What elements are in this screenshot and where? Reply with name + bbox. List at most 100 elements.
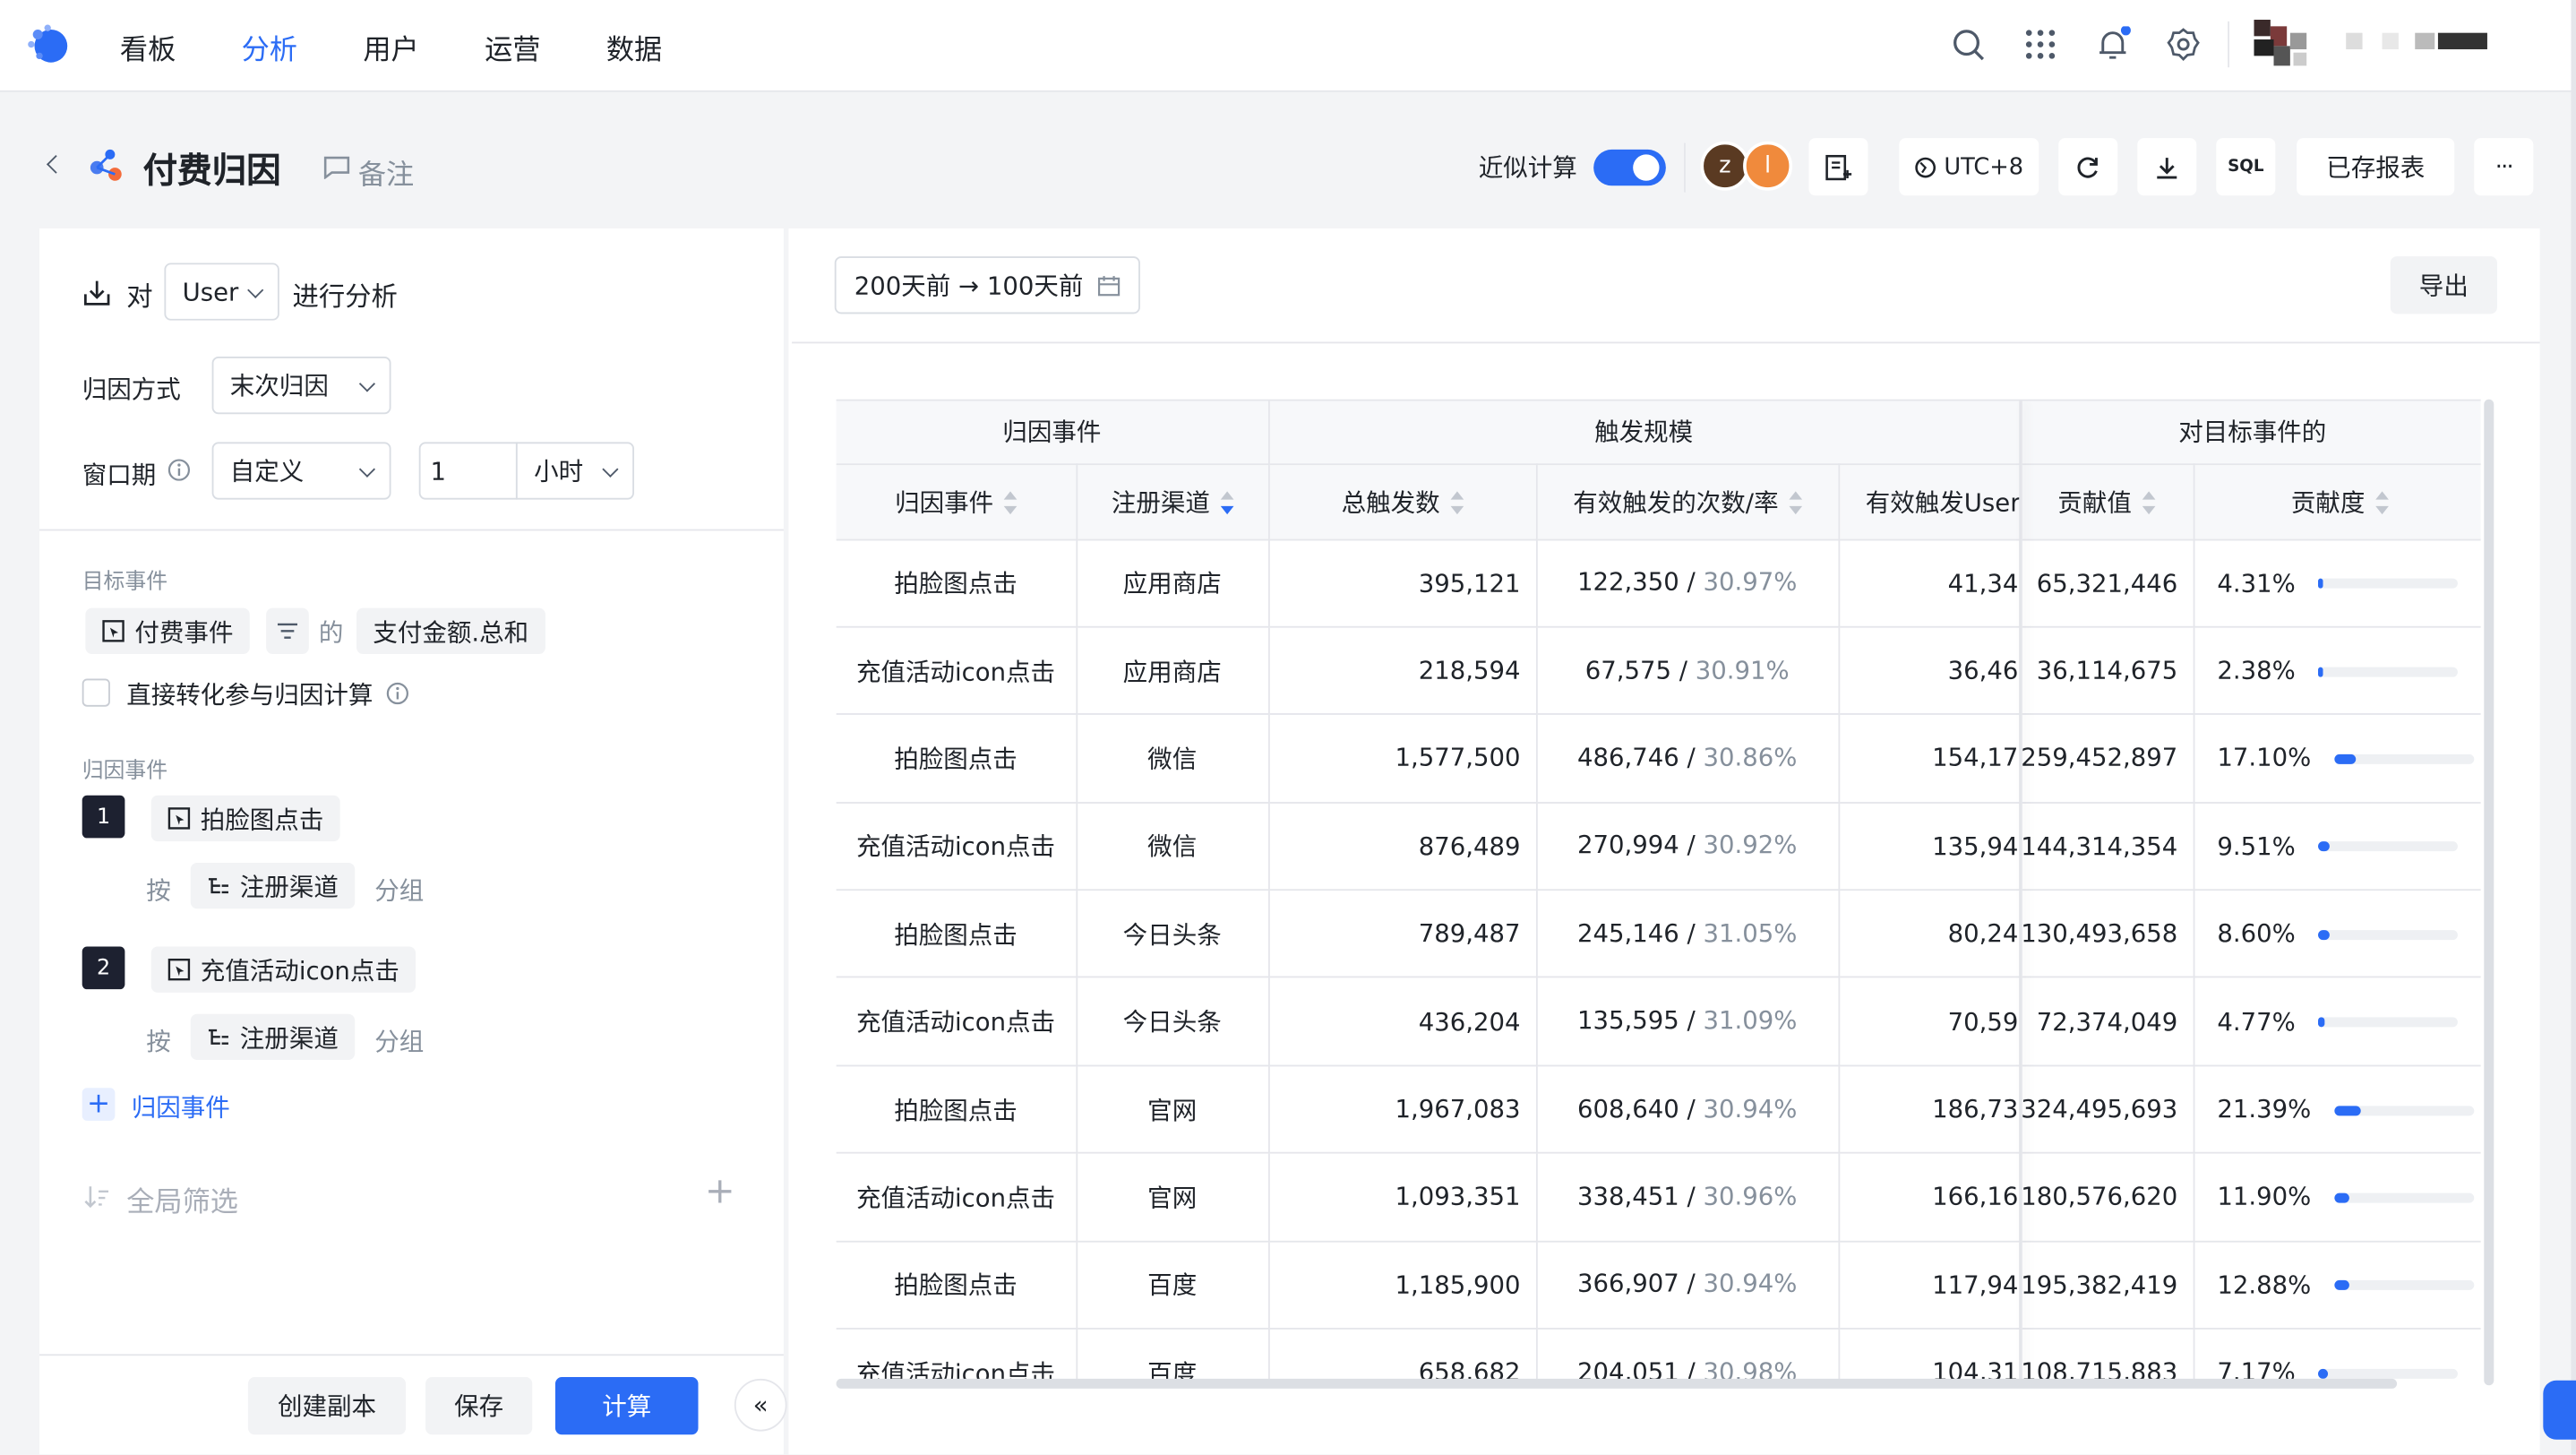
window-unit-select[interactable]: 小时: [515, 442, 634, 500]
timezone-button[interactable]: UTC+8: [1899, 138, 2039, 196]
download-button[interactable]: [2137, 138, 2197, 196]
note-button[interactable]: 备注: [358, 151, 414, 193]
info-icon[interactable]: [386, 682, 409, 705]
horizontal-scrollbar[interactable]: [836, 1378, 2398, 1389]
attr-event-tag[interactable]: 拍脸图点击: [150, 795, 340, 842]
refresh-button[interactable]: [2058, 138, 2118, 196]
table-row: 拍脸图点击 应用商店 395,121 122,350 / 30.97% 41,34 65,…: [836, 538, 2481, 628]
sql-button[interactable]: SQL: [2216, 138, 2276, 196]
cell-event: 充值活动icon点击: [836, 802, 1078, 891]
col-header-contribution-pct[interactable]: 贡献度: [2193, 463, 2481, 540]
nav-kanban[interactable]: 看板: [120, 26, 176, 68]
group-by-tag[interactable]: 注册渠道: [190, 1013, 356, 1061]
date-range-value: 200天前 → 100天前: [854, 271, 1084, 301]
add-to-dashboard-button[interactable]: [1808, 138, 1868, 196]
target-filter-button[interactable]: [266, 607, 309, 655]
bell-icon[interactable]: [2095, 26, 2131, 62]
contribution-bar-fill: [2318, 578, 2324, 589]
approx-compute-toggle[interactable]: [1593, 149, 1666, 186]
apps-grid-icon[interactable]: [2022, 26, 2058, 62]
sort-icon[interactable]: [1003, 491, 1017, 515]
vertical-scrollbar[interactable]: [2484, 399, 2494, 1386]
attr-event-tag[interactable]: 充值活动icon点击: [150, 946, 416, 993]
cell-valid: 338,451 / 30.96%: [1535, 1153, 1840, 1242]
approx-compute-label: 近似计算: [1478, 152, 1577, 183]
valid-count: 204,051: [1576, 1356, 1679, 1381]
valid-rate: 30.97%: [1703, 567, 1798, 598]
attr-event-index: 1: [82, 795, 125, 839]
table-row: 充值活动icon点击 百度 658,682 204,051 / 30.98% 104,3…: [836, 1328, 2481, 1381]
group-by-tag[interactable]: 注册渠道: [190, 862, 356, 909]
pct-value: 4.77%: [2217, 1006, 2296, 1037]
comment-icon[interactable]: [323, 156, 350, 179]
col-header-valid-users[interactable]: 有效触发User: [1838, 463, 2021, 540]
col-header-contribution-value[interactable]: 贡献值: [2018, 463, 2194, 540]
table-row: 充值活动icon点击 应用商店 218,594 67,575 / 30.91% 36,4…: [836, 626, 2481, 716]
cell-valid: 486,746 / 30.86%: [1535, 714, 1840, 804]
col-header-event[interactable]: 归因事件: [836, 463, 1078, 540]
info-icon[interactable]: [167, 459, 191, 482]
sort-icon[interactable]: [1449, 491, 1464, 515]
sort-icon[interactable]: [2141, 491, 2155, 515]
col-header-total-triggers[interactable]: 总触发数: [1268, 463, 1537, 540]
results-table: 归因事件 触发规模 对目标事件的 归因事件 注册渠道 总触发数 有效触发的次数/…: [836, 399, 2481, 1381]
add-global-filter-icon[interactable]: +: [705, 1172, 735, 1213]
cell-contribution: 324,495,693: [2019, 1065, 2194, 1155]
cell-total: 1,093,351: [1268, 1153, 1537, 1242]
nav-users[interactable]: 用户: [363, 26, 418, 68]
sort-icon[interactable]: [1219, 491, 1233, 515]
sort-icon[interactable]: [2374, 491, 2389, 515]
saved-reports-button[interactable]: 已存报表: [2297, 138, 2455, 196]
report-header: 付费归因 备注 近似计算 z l UTC+8 SQL 已存报表 ···: [0, 94, 2576, 228]
direct-conversion-checkbox[interactable]: [82, 678, 110, 707]
cell-contribution: 108,715,883: [2019, 1328, 2194, 1381]
save-button[interactable]: 保存: [425, 1377, 533, 1435]
target-event-name: 付费事件: [134, 616, 234, 647]
cell-users: 36,46: [1838, 626, 2021, 716]
window-value-input[interactable]: 1: [418, 442, 518, 500]
search-icon[interactable]: [1950, 26, 1986, 62]
user-profile-avatar[interactable]: [2254, 20, 2493, 69]
create-copy-button[interactable]: 创建副本: [247, 1377, 407, 1435]
cell-channel: 微信: [1076, 802, 1269, 891]
sort-icon[interactable]: [1788, 491, 1802, 515]
settings-gear-icon[interactable]: [2165, 26, 2201, 62]
nav-analysis[interactable]: 分析: [242, 26, 297, 68]
nav-data[interactable]: 数据: [606, 26, 662, 68]
app-logo-icon[interactable]: [23, 20, 73, 69]
cell-contribution: 144,314,354: [2019, 802, 2194, 891]
double-chevron-left-icon: «: [752, 1390, 769, 1420]
cell-event: 充值活动icon点击: [836, 1328, 1078, 1381]
table-row: 充值活动icon点击 今日头条 436,204 135,595 / 31.09% 70,…: [836, 977, 2481, 1067]
collaborator-avatar[interactable]: l: [1743, 141, 1793, 191]
cell-users: 166,16: [1838, 1153, 2021, 1242]
analyze-suffix: 进行分析: [292, 280, 398, 313]
pct-value: 21.39%: [2217, 1094, 2312, 1124]
col-header-channel[interactable]: 注册渠道: [1076, 463, 1269, 540]
cell-contribution-pct: 21.39%: [2193, 1065, 2481, 1155]
date-range-picker[interactable]: 200天前 → 100天前: [834, 256, 1140, 314]
global-filter-label: 全局筛选: [126, 1186, 238, 1219]
valid-count: 366,907: [1576, 1269, 1679, 1299]
target-event-tag[interactable]: 付费事件: [85, 607, 250, 655]
attribution-method-select[interactable]: 末次归因: [211, 357, 391, 415]
more-options-button[interactable]: ···: [2474, 138, 2534, 196]
pct-value: 7.17%: [2217, 1357, 2296, 1381]
cell-users: 117,94: [1838, 1241, 2021, 1330]
add-attr-event-button[interactable]: 归因事件: [132, 1089, 230, 1124]
compute-button[interactable]: 计算: [554, 1377, 699, 1435]
export-button[interactable]: 导出: [2390, 256, 2497, 314]
entity-select[interactable]: User: [164, 263, 279, 321]
back-arrow-icon[interactable]: [46, 155, 65, 174]
valid-count: 122,350: [1576, 567, 1679, 598]
col-header-valid-triggers[interactable]: 有效触发的次数/率: [1535, 463, 1840, 540]
cell-valid: 135,595 / 31.09%: [1535, 977, 1840, 1067]
plus-icon[interactable]: +: [82, 1088, 116, 1121]
window-type-select[interactable]: 自定义: [211, 442, 391, 500]
nav-operations[interactable]: 运营: [485, 26, 540, 68]
attribution-method-value: 末次归因: [229, 371, 329, 401]
assistant-floating-button[interactable]: [2543, 1380, 2576, 1440]
target-metric-tag[interactable]: 支付金额.总和: [356, 607, 545, 655]
cell-users: 135,94: [1838, 802, 2021, 891]
collapse-panel-button[interactable]: «: [734, 1378, 787, 1432]
